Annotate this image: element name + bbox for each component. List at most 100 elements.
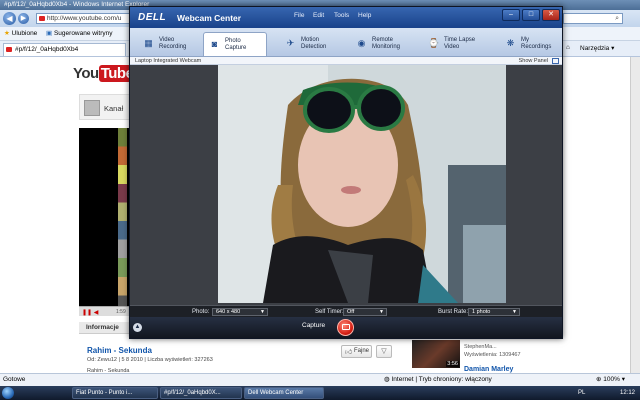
address-bar[interactable]: http://www.youtube.com/u bbox=[36, 13, 132, 24]
maximize-icon[interactable]: □ bbox=[522, 9, 540, 21]
tools-menu[interactable]: Narzędzia ▾ bbox=[580, 44, 614, 52]
related-video-views: Wyświetlenia: 1309467 bbox=[464, 352, 521, 358]
related-video-thumbnail[interactable]: 3:56 bbox=[412, 340, 460, 368]
avatar[interactable] bbox=[84, 100, 100, 116]
taskbar-item-fiat-punto[interactable]: Fiat Punto - Punto i... bbox=[72, 387, 158, 399]
home-icon[interactable]: ⌂ bbox=[566, 44, 570, 51]
stopwatch-icon: ⌚ bbox=[428, 38, 440, 48]
video-title: Rahim - Sekunda bbox=[87, 346, 152, 355]
dislike-button[interactable]: ▽ bbox=[376, 345, 392, 358]
system-tray: PL 12:12 bbox=[575, 386, 640, 400]
webcam-title-bar[interactable]: DELL Webcam Center File Edit Tools Help … bbox=[130, 7, 562, 28]
favorites-button[interactable]: ★ Ulubione bbox=[4, 29, 37, 39]
info-tab-label: Informacje bbox=[86, 324, 119, 331]
burst-rate-select[interactable]: 1 photo ▼ bbox=[468, 308, 520, 316]
taskbar-item-ie[interactable]: #p/f/12/_0aHqbd0X... bbox=[160, 387, 242, 399]
tab-photo-capture[interactable]: ◙ Photo Capture bbox=[203, 32, 267, 56]
suggested-sites-button[interactable]: ▣ Sugerowane witryny bbox=[46, 29, 113, 39]
tab-time-lapse-label: Time Lapse Video bbox=[444, 37, 476, 50]
zoom-icon: ⊕ bbox=[596, 376, 602, 383]
tab-my-recordings-label: My Recordings bbox=[521, 37, 552, 50]
search-icon[interactable]: ⌕ bbox=[615, 15, 619, 23]
self-timer-value: Off bbox=[347, 309, 355, 315]
show-panel-link[interactable]: Show Panel bbox=[519, 57, 548, 65]
info-tab[interactable]: Informacje bbox=[79, 322, 131, 334]
tab-motion-detection-label: Motion Detection bbox=[301, 37, 327, 50]
security-zone: ◍ Internet | Tryb chroniony: włączony bbox=[384, 374, 492, 386]
like-label: Fajne bbox=[354, 348, 370, 354]
zoom-control[interactable]: ⊕ 100% ▾ bbox=[596, 374, 625, 386]
webcam-app-title: Webcam Center bbox=[177, 13, 242, 23]
menu-tools[interactable]: Tools bbox=[334, 12, 349, 19]
close-icon[interactable]: ✕ bbox=[542, 9, 560, 21]
player-controls: ❚❚ ◀ 1:59 bbox=[79, 306, 131, 316]
channel-label: Kanał bbox=[104, 104, 124, 113]
capture-button[interactable] bbox=[337, 319, 354, 336]
menu-edit[interactable]: Edit bbox=[313, 12, 324, 19]
capture-settings-bar: Photo: 640 x 480 ▼ Self Timer: Off ▼ Bur… bbox=[130, 305, 562, 317]
video-frame-strip bbox=[118, 128, 127, 314]
windows-taskbar: Fiat Punto - Punto i... #p/f/12/_0aHqbd0… bbox=[0, 386, 640, 400]
webcam-source-bar: Laptop Integrated Webcam Show Panel bbox=[130, 57, 562, 65]
ie-tab-title: #p/f/12/_0aHqbd0Xb4 bbox=[15, 46, 79, 53]
taskbar-item-webcam-center[interactable]: Dell Webcam Center bbox=[244, 387, 324, 399]
address-text: http://www.youtube.com/u bbox=[47, 15, 122, 22]
minimize-icon[interactable]: – bbox=[502, 9, 520, 21]
chevron-down-icon: ▼ bbox=[379, 309, 384, 315]
like-button[interactable]: 👍︎ Fajne bbox=[341, 345, 372, 358]
tab-time-lapse-video[interactable]: ⌚ Time Lapse Video bbox=[423, 32, 493, 56]
webcam-frame-image bbox=[218, 65, 506, 303]
webcam-live-preview bbox=[218, 65, 506, 303]
dell-logo: DELL bbox=[138, 12, 167, 23]
photo-size-select[interactable]: 640 x 480 ▼ bbox=[212, 308, 268, 316]
menu-help[interactable]: Help bbox=[358, 12, 371, 19]
tab-motion-detection[interactable]: ✈ Motion Detection bbox=[280, 32, 344, 56]
capture-label: Capture bbox=[302, 322, 326, 329]
globe-icon: ◍ bbox=[384, 376, 390, 383]
forward-icon[interactable]: ▶ bbox=[18, 13, 29, 24]
webcam-source-label: Laptop Integrated Webcam bbox=[135, 58, 202, 64]
start-button[interactable] bbox=[2, 387, 14, 399]
back-icon[interactable]: ◀ bbox=[3, 12, 16, 25]
film-reel-icon: ❋ bbox=[506, 38, 515, 48]
panel-icon[interactable] bbox=[552, 58, 559, 64]
security-zone-label: Internet | Tryb chroniony: włączony bbox=[391, 376, 492, 383]
collapse-panel-icon[interactable]: ▲ bbox=[133, 323, 142, 332]
favorites-label: Ulubione bbox=[11, 30, 38, 37]
webcam-mode-tabs: ▦ Video Recording ◙ Photo Capture ✈ Moti… bbox=[130, 28, 562, 57]
capture-bar: ▲ Capture bbox=[130, 317, 562, 338]
search-box[interactable]: ⌕ bbox=[563, 13, 623, 24]
tools-label: Narzędzia bbox=[580, 45, 610, 52]
tab-video-recording-label: Video Recording bbox=[159, 37, 187, 50]
zoom-level: 100% bbox=[603, 376, 620, 383]
thumbs-down-icon: ▽ bbox=[381, 348, 387, 355]
camera-icon: ◙ bbox=[211, 39, 218, 49]
suggested-sites-icon: ▣ bbox=[46, 30, 53, 37]
suggested-sites-label: Sugerowane witryny bbox=[53, 30, 113, 37]
webcam-center-window: DELL Webcam Center File Edit Tools Help … bbox=[129, 6, 563, 339]
chevron-down-icon: ▼ bbox=[512, 309, 517, 315]
status-text: Gotowe bbox=[3, 376, 26, 383]
photo-size-value: 640 x 480 bbox=[216, 309, 241, 315]
youtube-logo[interactable]: You Tube bbox=[73, 65, 136, 82]
self-timer-select[interactable]: Off ▼ bbox=[343, 308, 387, 316]
related-video-title[interactable]: Damian Marley bbox=[464, 366, 513, 373]
ie-tab-youtube[interactable]: #p/f/12/_0aHqbd0Xb4 bbox=[3, 43, 126, 56]
tab-video-recording[interactable]: ▦ Video Recording bbox=[138, 32, 202, 56]
thumbs-up-icon: 👍︎ bbox=[345, 349, 353, 356]
globe-icon: ◉ bbox=[357, 38, 366, 48]
player-time: 1:59 bbox=[116, 309, 126, 315]
logo-you: You bbox=[73, 65, 99, 82]
related-video-duration: 3:56 bbox=[446, 361, 459, 367]
page-scrollbar[interactable] bbox=[630, 57, 640, 373]
language-indicator[interactable]: PL bbox=[578, 386, 585, 400]
video-player[interactable] bbox=[79, 128, 131, 314]
tab-my-recordings[interactable]: ❋ My Recordings bbox=[500, 32, 560, 56]
menu-file[interactable]: File bbox=[294, 12, 304, 19]
burst-rate-value: 1 photo bbox=[472, 309, 491, 315]
pause-icon[interactable]: ❚❚ ◀ bbox=[82, 309, 98, 316]
video-camera-icon: ▦ bbox=[144, 38, 153, 48]
clock[interactable]: 12:12 bbox=[620, 386, 635, 400]
channel-bar: Kanał bbox=[79, 94, 131, 120]
tab-remote-monitoring[interactable]: ◉ Remote Monitoring bbox=[351, 32, 415, 56]
